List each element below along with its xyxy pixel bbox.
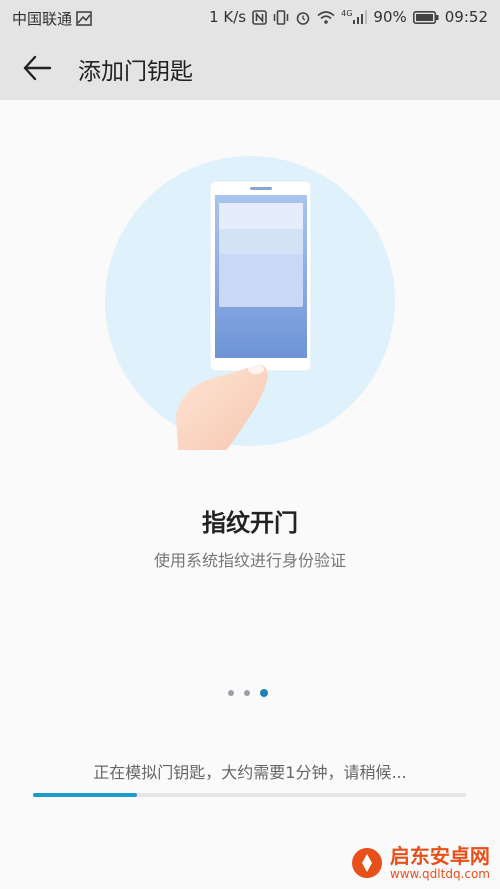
watermark: 启东安卓网 www.qdltdq.com xyxy=(350,845,490,881)
page-dot-active xyxy=(260,689,268,697)
page-indicator xyxy=(228,689,268,697)
progress-message: 正在模拟门钥匙，大约需要1分钟，请稍候... xyxy=(93,763,407,782)
page-dot xyxy=(244,690,250,696)
feature-headline: 指纹开门 xyxy=(202,509,298,537)
phone-fingerprint-illustration xyxy=(176,180,312,450)
watermark-name: 启东安卓网 xyxy=(389,844,490,868)
page-dot xyxy=(228,690,234,696)
watermark-text-block: 启东安卓网 www.qdltdq.com xyxy=(390,845,490,881)
feature-subtitle: 使用系统指纹进行身份验证 xyxy=(153,551,346,570)
progress-fill xyxy=(33,793,137,797)
watermark-logo-icon xyxy=(351,848,382,878)
progress-bar xyxy=(33,793,466,797)
watermark-url: www.qdltdq.com xyxy=(389,867,490,881)
